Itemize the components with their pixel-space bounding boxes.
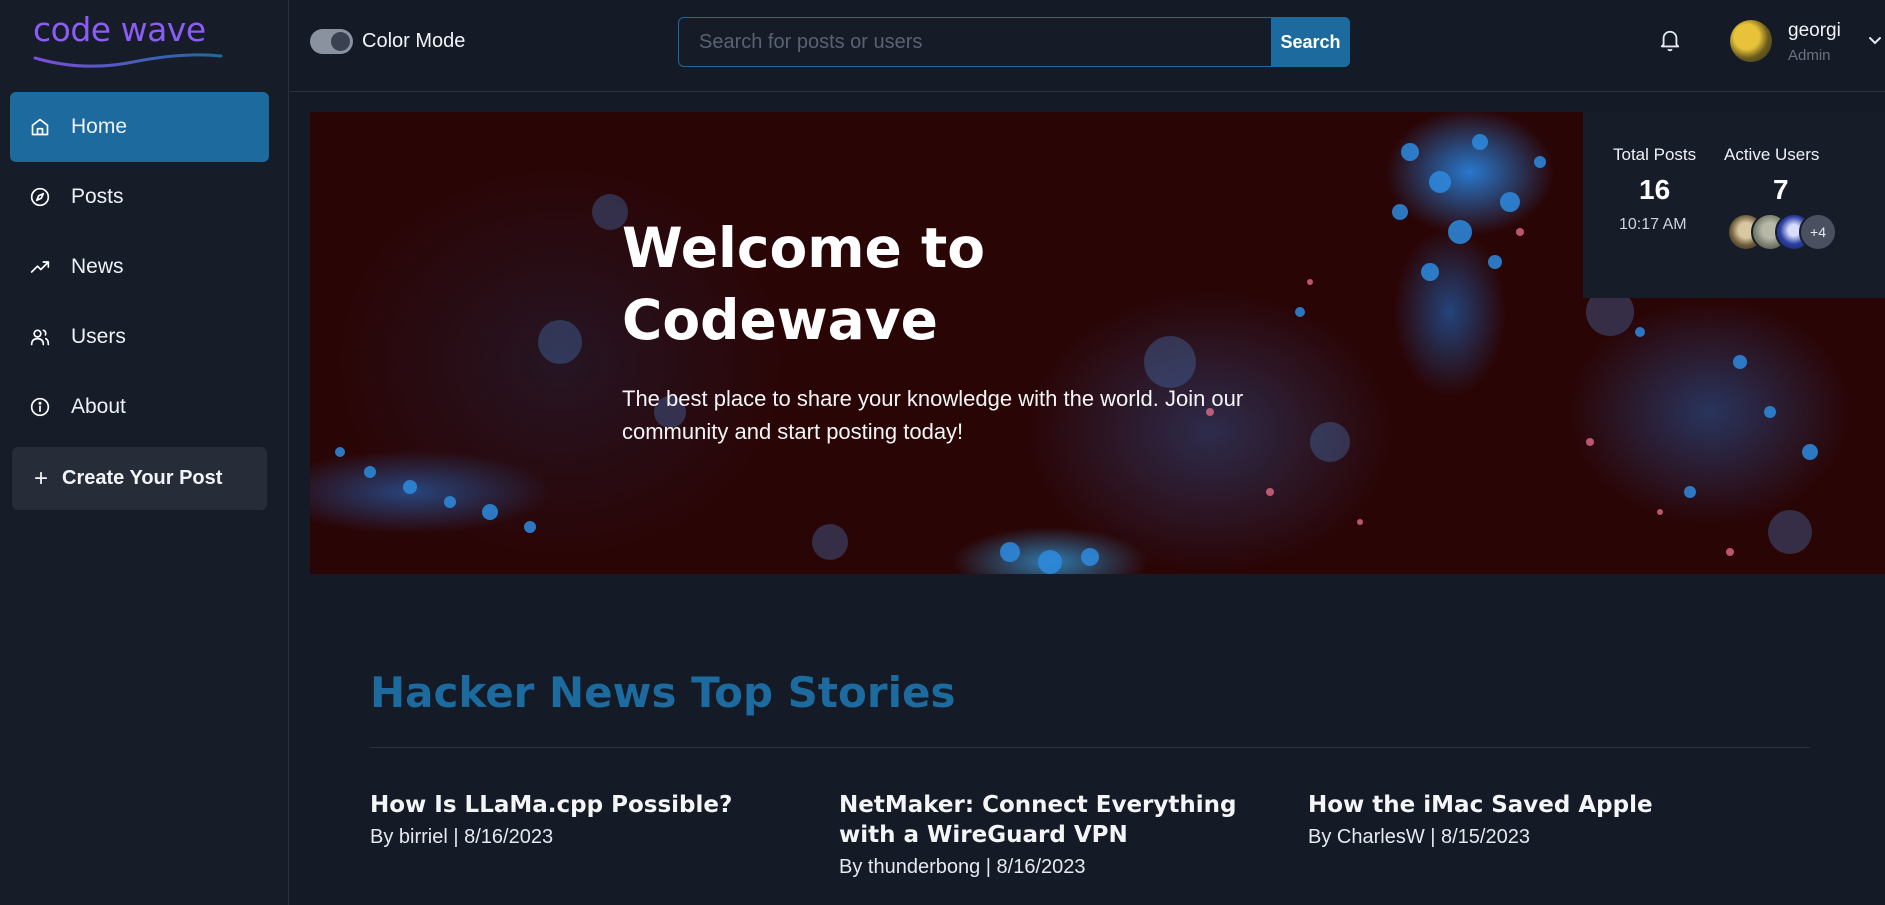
sidebar-item-about[interactable]: About bbox=[10, 372, 269, 442]
create-post-label: Create Your Post bbox=[62, 467, 223, 489]
hero-subtitle: The best place to share your knowledge w… bbox=[622, 386, 1244, 444]
sidebar-item-label: About bbox=[71, 395, 126, 418]
story-meta: By birriel | 8/16/2023 bbox=[370, 826, 554, 848]
total-posts-label: Total Posts bbox=[1613, 145, 1697, 164]
story-meta: By thunderbong | 8/16/2023 bbox=[839, 856, 1086, 878]
sidebar-item-label: News bbox=[71, 255, 124, 278]
news-heading: Hacker News Top Stories bbox=[370, 668, 956, 717]
create-post-button[interactable]: + Create Your Post bbox=[12, 447, 267, 510]
hero-title: Welcome to Codewave bbox=[622, 216, 986, 352]
bell-icon[interactable] bbox=[1659, 28, 1683, 54]
search-input[interactable] bbox=[679, 18, 1271, 66]
sidebar-item-label: Posts bbox=[71, 185, 124, 208]
sidebar-item-news[interactable]: News bbox=[10, 232, 269, 302]
divider bbox=[370, 747, 1810, 748]
color-mode-toggle[interactable] bbox=[310, 29, 353, 54]
user-menu[interactable]: georgi Admin bbox=[1730, 14, 1881, 70]
info-icon bbox=[29, 396, 51, 418]
sidebar-item-label: Users bbox=[71, 325, 126, 348]
color-mode-label: Color Mode bbox=[362, 30, 466, 52]
logo-wave-icon bbox=[33, 53, 223, 68]
sidebar-item-label: Home bbox=[71, 115, 128, 138]
home-icon bbox=[29, 116, 51, 138]
toggle-knob bbox=[331, 32, 350, 51]
sidebar-nav: Home Posts News Users About bbox=[10, 92, 269, 442]
avatar bbox=[1730, 20, 1772, 62]
current-time: 10:17 AM bbox=[1619, 216, 1687, 233]
active-user-avatars: +4 bbox=[1727, 213, 1857, 253]
chevron-down-icon bbox=[1869, 37, 1881, 45]
story-meta: By CharlesW | 8/15/2023 bbox=[1308, 826, 1530, 848]
active-users-label: Active Users bbox=[1724, 145, 1820, 164]
compass-icon bbox=[29, 186, 51, 208]
user-role: Admin bbox=[1788, 47, 1831, 64]
plus-icon: + bbox=[34, 464, 49, 492]
search-bar: Search bbox=[678, 17, 1350, 67]
sidebar: code wave Home Posts News Users About + … bbox=[0, 0, 289, 905]
logo[interactable]: code wave bbox=[33, 10, 228, 68]
active-users-value: 7 bbox=[1773, 174, 1789, 205]
story-title-link[interactable]: NetMaker: Connect Everything with a Wire… bbox=[839, 790, 1269, 850]
users-icon bbox=[29, 326, 51, 348]
news-story: How Is LLaMa.cpp Possible? By birriel | … bbox=[370, 790, 800, 849]
sidebar-item-users[interactable]: Users bbox=[10, 302, 269, 372]
logo-text: code wave bbox=[33, 10, 206, 49]
news-story: NetMaker: Connect Everything with a Wire… bbox=[839, 790, 1269, 879]
news-story: How the iMac Saved Apple By CharlesW | 8… bbox=[1308, 790, 1738, 849]
user-name: georgi bbox=[1788, 20, 1841, 41]
top-bar: Color Mode Search georgi Admin bbox=[290, 0, 1885, 92]
story-title-link[interactable]: How the iMac Saved Apple bbox=[1308, 790, 1738, 820]
total-posts-value: 16 bbox=[1639, 174, 1671, 205]
sidebar-item-posts[interactable]: Posts bbox=[10, 162, 269, 232]
sidebar-item-home[interactable]: Home bbox=[10, 92, 269, 162]
stats-panel: Total Posts 16 10:17 AM Active Users 7 +… bbox=[1583, 112, 1885, 298]
story-title-link[interactable]: How Is LLaMa.cpp Possible? bbox=[370, 790, 800, 820]
trending-up-icon bbox=[29, 256, 51, 278]
search-button[interactable]: Search bbox=[1271, 17, 1350, 67]
more-users-badge[interactable]: +4 bbox=[1799, 213, 1837, 251]
